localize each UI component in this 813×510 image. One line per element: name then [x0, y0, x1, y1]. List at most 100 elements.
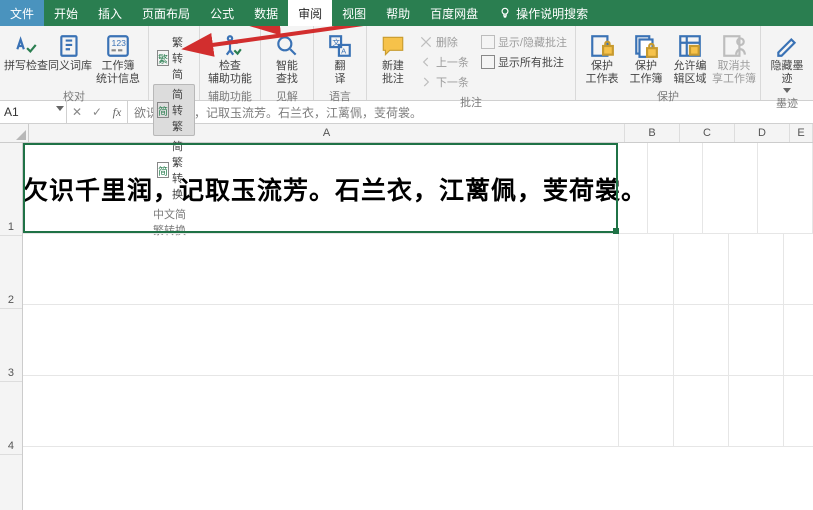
new-comment-icon [380, 33, 406, 59]
cell-A1-text: 欠识千里润，记取玉流芳。石兰衣，江蓠佩，芰荷裳。 [23, 143, 647, 207]
menu-review[interactable]: 审阅 [288, 0, 332, 26]
menu-data[interactable]: 数据 [244, 0, 288, 26]
trad-to-simp-button[interactable]: 繁繁转简 [153, 32, 195, 84]
cell-B2[interactable] [619, 234, 674, 304]
delete-icon [419, 35, 433, 49]
menu-home[interactable]: 开始 [44, 0, 88, 26]
cells-area[interactable]: 欠识千里润，记取玉流芳。石兰衣，江蓠佩，芰荷裳。 [23, 143, 813, 510]
prev-comment-button: 上一条 [415, 52, 473, 72]
col-header-A[interactable]: A [29, 124, 625, 142]
menu-file[interactable]: 文件 [0, 0, 44, 26]
row-headers: 1 2 3 4 [0, 143, 23, 510]
table-row [23, 376, 813, 447]
tell-me-search[interactable]: 操作说明搜索 [488, 0, 598, 26]
col-header-E[interactable]: E [790, 124, 813, 142]
row-header-3[interactable]: 3 [0, 309, 22, 382]
ribbon-group-comments: 新建 批注 删除 上一条 下一条 显示/隐藏批注 显示所有批注 批注 [367, 26, 576, 100]
thesaurus-button[interactable]: 同义词库 [48, 28, 92, 73]
allow-edit-icon [677, 33, 703, 59]
menu-formula[interactable]: 公式 [200, 0, 244, 26]
menu-insert[interactable]: 插入 [88, 0, 132, 26]
cell-A1[interactable]: 欠识千里润，记取玉流芳。石兰衣，江蓠佩，芰荷裳。 [23, 143, 648, 233]
name-box-value: A1 [4, 105, 19, 119]
cancel-formula-button: ✕ [67, 105, 87, 119]
column-header-row: A B C D E [0, 124, 813, 143]
cell-A3[interactable] [23, 305, 619, 375]
hide-ink-button[interactable]: 隐藏墨 迹 [765, 28, 809, 93]
simp-to-trad-button[interactable]: 简简转繁 [153, 84, 195, 136]
svg-text:文: 文 [332, 37, 340, 47]
protect-sheet-icon [589, 33, 615, 59]
next-icon [419, 75, 433, 89]
cell-C2[interactable] [674, 234, 729, 304]
formula-bar: A1 ✕ ✓ fx 欲识千里润，记取玉流芳。石兰衣，江蓠佩，芰荷裳。 [0, 101, 813, 124]
group-label-language: 语言 [329, 86, 351, 106]
ribbon-group-proofing: 拼写检查 同义词库 123 工作簿 统计信息 校对 [0, 26, 149, 100]
cell-C1[interactable] [703, 143, 758, 233]
unshare-icon [721, 33, 747, 59]
table-row: 欠识千里润，记取玉流芳。石兰衣，江蓠佩，芰荷裳。 [23, 143, 813, 234]
cell-B4[interactable] [619, 376, 674, 446]
new-comment-button[interactable]: 新建 批注 [371, 28, 415, 86]
workbook-stats-button[interactable]: 123 工作簿 统计信息 [92, 28, 144, 86]
protect-sheet-label: 保护 工作表 [586, 60, 619, 86]
row-header-4[interactable]: 4 [0, 382, 22, 455]
chevron-down-icon[interactable] [56, 106, 64, 111]
col-header-C[interactable]: C [680, 124, 735, 142]
thesaurus-icon [57, 33, 83, 59]
cell-E4[interactable] [784, 376, 813, 446]
workbook-stats-label: 工作簿 统计信息 [96, 60, 140, 86]
protect-workbook-button[interactable]: 保护 工作簿 [624, 28, 668, 86]
spellcheck-button[interactable]: 拼写检查 [4, 28, 48, 73]
translate-label: 翻 译 [334, 60, 345, 86]
ribbon-group-chinese-conversion: 繁繁转简 简简转繁 简简繁转换 中文简繁转换 [149, 26, 200, 100]
cell-B3[interactable] [619, 305, 674, 375]
cell-D1[interactable] [758, 143, 813, 233]
row-header-2[interactable]: 2 [0, 236, 22, 309]
menu-help[interactable]: 帮助 [376, 0, 420, 26]
next-label: 下一条 [436, 74, 469, 90]
table-row [23, 305, 813, 376]
smart-lookup-button[interactable]: 智能 查找 [265, 28, 309, 86]
accessibility-icon [217, 33, 243, 59]
allow-edit-ranges-button[interactable]: 允许编 辑区域 [668, 28, 712, 86]
cell-D3[interactable] [729, 305, 784, 375]
tell-me-label: 操作说明搜索 [516, 5, 588, 22]
ribbon-group-protect: 保护 工作表 保护 工作簿 允许编 辑区域 取消共 享工作簿 保护 [576, 26, 761, 100]
svg-text:A: A [341, 47, 347, 56]
translate-button[interactable]: 文A 翻 译 [318, 28, 362, 86]
cell-A4[interactable] [23, 376, 619, 446]
delete-label: 删除 [436, 34, 458, 50]
cell-E2[interactable] [784, 234, 813, 304]
check-accessibility-label: 检查 辅助功能 [208, 60, 252, 86]
name-box[interactable]: A1 [0, 101, 67, 123]
cell-E3[interactable] [784, 305, 813, 375]
fx-button[interactable]: fx [107, 105, 127, 120]
menu-view[interactable]: 视图 [332, 0, 376, 26]
show-all-comments-button[interactable]: 显示所有批注 [477, 52, 571, 72]
select-all-corner[interactable] [0, 124, 29, 142]
cell-B1[interactable] [648, 143, 703, 233]
protect-sheet-button[interactable]: 保护 工作表 [580, 28, 624, 86]
new-comment-label: 新建 批注 [382, 60, 404, 86]
prev-label: 上一条 [436, 54, 469, 70]
show-hide-comment-label: 显示/隐藏批注 [498, 34, 567, 50]
cell-A2[interactable] [23, 234, 619, 304]
menu-baidu[interactable]: 百度网盘 [420, 0, 488, 26]
allow-edit-label: 允许编 辑区域 [674, 60, 707, 86]
row-header-1[interactable]: 1 [0, 143, 22, 236]
cell-D4[interactable] [729, 376, 784, 446]
col-header-B[interactable]: B [625, 124, 680, 142]
ribbon-group-ink: 隐藏墨 迹 墨迹 [761, 26, 813, 100]
cell-C4[interactable] [674, 376, 729, 446]
stats-icon: 123 [105, 33, 131, 59]
ribbon-group-accessibility: 检查 辅助功能 辅助功能 [200, 26, 261, 100]
prev-icon [419, 55, 433, 69]
check-accessibility-button[interactable]: 检查 辅助功能 [204, 28, 256, 86]
col-header-D[interactable]: D [735, 124, 790, 142]
cell-C3[interactable] [674, 305, 729, 375]
menu-layout[interactable]: 页面布局 [132, 0, 200, 26]
svg-text:123: 123 [112, 38, 127, 48]
cell-D2[interactable] [729, 234, 784, 304]
simp-to-trad-label: 简转繁 [172, 86, 191, 134]
